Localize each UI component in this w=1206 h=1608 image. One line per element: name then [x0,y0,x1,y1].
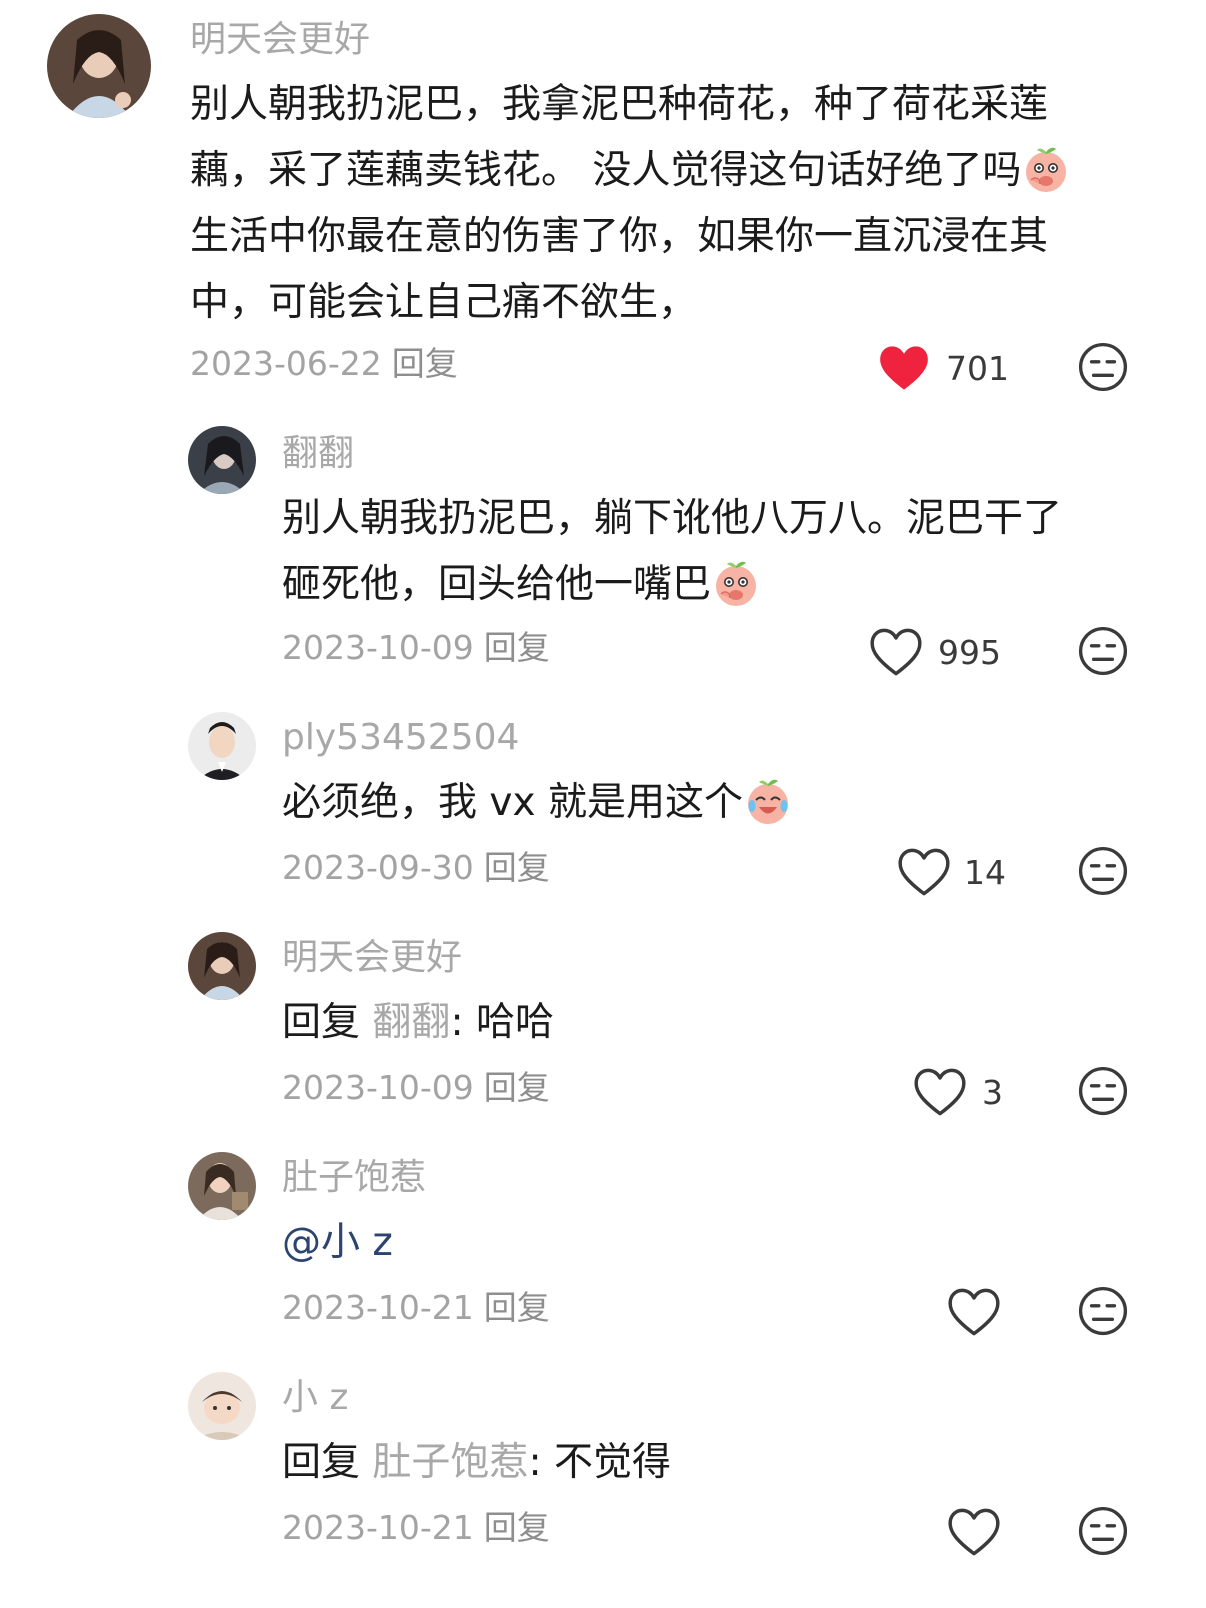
like-count: 3 [982,1073,1003,1112]
comment-date: 2023-10-09 [282,628,474,667]
comment-line: 别人朝我扔泥巴，躺下讹他八万八。泥巴干了 [282,496,1063,541]
comment-meta: 2023-10-09 回复 [282,631,550,664]
comment-text: 必须绝，我 vx 就是用这个 [282,770,793,836]
heart-icon[interactable] [948,1288,1000,1336]
heart-icon[interactable] [878,344,930,392]
avatar[interactable] [188,1152,256,1220]
like-count: 995 [938,633,1001,672]
comment-meta: 2023-09-30 回复 [282,851,550,884]
avatar[interactable] [188,712,256,780]
comment-text: 回复 肚子饱惹: 不觉得 [282,1430,671,1496]
comment-line: 藕，采了莲藕卖钱花。 没人觉得这句话好绝了吗 [190,138,1071,204]
comment-date: 2023-10-21 [282,1288,474,1327]
comment-date: 2023-10-09 [282,1068,474,1107]
comment-text: @小 z [282,1210,393,1276]
username[interactable]: 翻翻 [282,436,354,472]
comment-meta: 2023-10-21 回复 [282,1291,550,1324]
peach-laugh-cry-emoji [746,778,789,825]
comment-date: 2023-10-21 [282,1508,474,1547]
comment-meta: 2023-10-09 回复 [282,1071,550,1104]
reply-button[interactable]: 回复 [392,344,458,383]
username[interactable]: 明天会更好 [190,22,370,58]
reply-button[interactable]: 回复 [484,1068,550,1107]
reply-button[interactable]: 回复 [484,1288,550,1327]
username[interactable]: 肚子饱惹 [282,1160,426,1196]
peach-shy-emoji [715,560,757,607]
comment-meta: 2023-10-21 回复 [282,1511,550,1544]
comment-line: 别人朝我扔泥巴，我拿泥巴种荷花，种了荷花采莲 [190,82,1049,127]
reply-button[interactable]: 回复 [484,628,550,667]
heart-icon[interactable] [948,1508,1000,1556]
reply-text: : 哈哈 [450,1000,554,1045]
dislike-face-icon[interactable] [1078,1286,1128,1336]
heart-icon[interactable] [914,1068,966,1116]
avatar[interactable] [47,14,151,118]
heart-icon[interactable] [870,628,922,676]
comment-date: 2023-09-30 [282,848,474,887]
reply-prefix: 回复 [282,1440,361,1485]
peach-shy-emoji [1025,146,1068,193]
comment-line: @小 z [282,1210,393,1276]
comment-text: 别人朝我扔泥巴，我拿泥巴种荷花，种了荷花采莲 藕，采了莲藕卖钱花。 没人觉得这句… [190,72,1071,336]
dislike-face-icon[interactable] [1078,846,1128,896]
dislike-face-icon[interactable] [1078,342,1128,392]
dislike-face-icon[interactable] [1078,626,1128,676]
like-count: 701 [946,349,1009,388]
like-count: 14 [964,853,1006,892]
comment-line: 生活中你最在意的伤害了你，如果你一直沉浸在其 [190,214,1049,259]
avatar[interactable] [188,932,256,1000]
comment-line: 砸死他，回头给他一嘴巴 [282,552,1062,618]
username[interactable]: ply53452504 [282,720,519,756]
reply-button[interactable]: 回复 [484,848,550,887]
avatar[interactable] [188,1372,256,1440]
heart-icon[interactable] [898,848,950,896]
comment-line: 回复 肚子饱惹: 不觉得 [282,1430,671,1496]
reply-prefix: 回复 [282,1000,361,1045]
reply-button[interactable]: 回复 [484,1508,550,1547]
dislike-face-icon[interactable] [1078,1066,1128,1116]
comment-text: 回复 翻翻: 哈哈 [282,990,554,1056]
reply-target-username[interactable]: 翻翻 [372,1000,450,1045]
comment-text: 别人朝我扔泥巴，躺下讹他八万八。泥巴干了 砸死他，回头给他一嘴巴 [282,486,1062,618]
comment-line: 回复 翻翻: 哈哈 [282,990,554,1056]
avatar[interactable] [188,426,256,494]
comment-date: 2023-06-22 [190,344,382,383]
username[interactable]: 明天会更好 [282,940,462,976]
comment-line: 中，可能会让自己痛不欲生， [190,280,698,325]
comment-line: 必须绝，我 vx 就是用这个 [282,770,793,836]
comment-meta: 2023-06-22 回复 [190,347,458,380]
mention-link[interactable]: @小 z [282,1220,393,1265]
reply-text: : 不觉得 [528,1440,671,1485]
username[interactable]: 小 z [282,1380,348,1416]
reply-target-username[interactable]: 肚子饱惹 [372,1440,528,1485]
dislike-face-icon[interactable] [1078,1506,1128,1556]
